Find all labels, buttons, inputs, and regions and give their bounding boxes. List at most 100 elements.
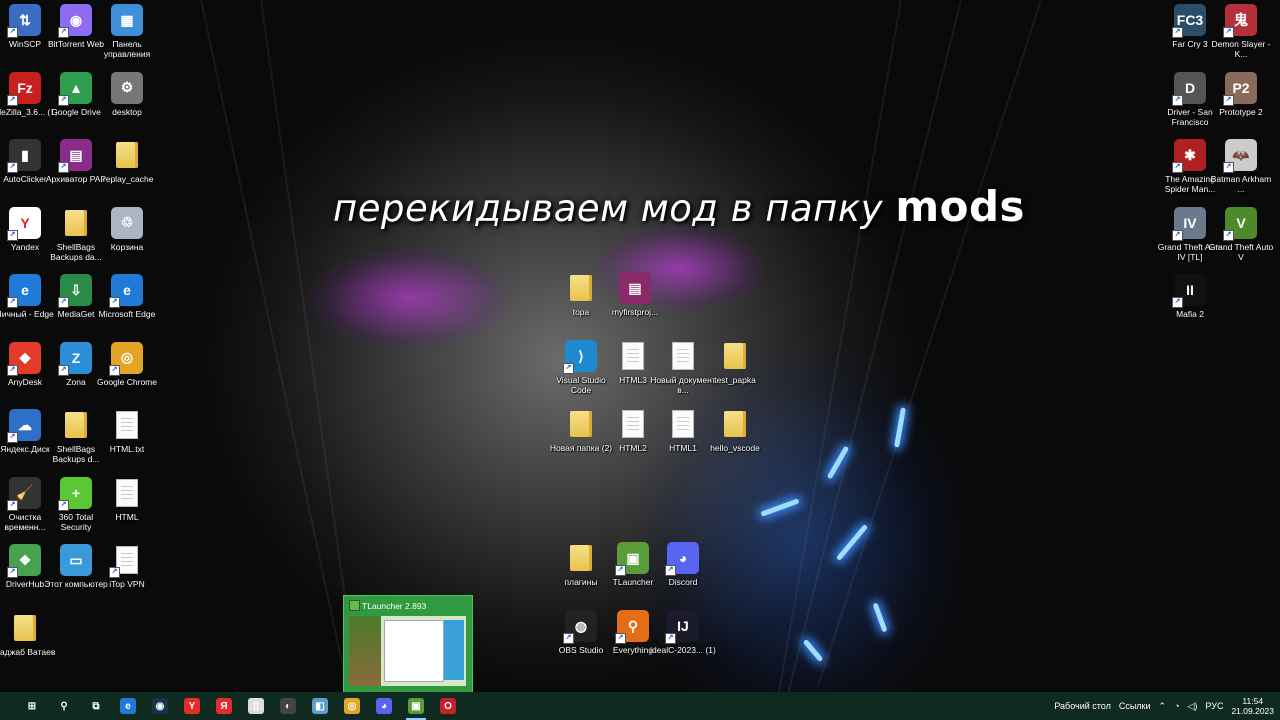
desktop-icon[interactable]: II ↗ Mafia 2 — [1157, 274, 1223, 336]
desktop-icon-label: HTML — [115, 511, 139, 522]
preview-thumbnail[interactable] — [349, 616, 466, 686]
desktop-icon-label: Prototype 2 — [1219, 106, 1263, 117]
mafia-2-icon: II ↗ — [1172, 274, 1206, 308]
desktop-icon[interactable]: P2 ↗ Prototype 2 — [1208, 71, 1274, 134]
chrome-icon: ◎ — [344, 698, 360, 714]
thumbnail-right — [444, 620, 464, 680]
video-caption: перекидываем мод в папку mods — [333, 182, 1025, 231]
shortcut-arrow-icon: ↗ — [7, 499, 18, 511]
shortcut-arrow-icon: ↗ — [1172, 27, 1183, 38]
desktop-icon[interactable]: HTML — [94, 477, 160, 539]
shortcut-arrow-icon: ↗ — [1223, 94, 1234, 106]
desktop-icon[interactable]: ◕ ↗ Discord — [650, 542, 716, 604]
tlauncher-icon: ▣ ↗ — [615, 542, 649, 576]
taskbar-yandex-button[interactable]: Y — [176, 692, 208, 720]
volume-icon[interactable]: ◁) — [1188, 701, 1198, 712]
folder-icon — [60, 409, 92, 441]
grand-theft-auto-v-icon: V ↗ — [1223, 206, 1257, 241]
clock[interactable]: 11:54 21.09.2023 — [1231, 696, 1274, 716]
taskbar-yandex-alt-button[interactable]: Я — [208, 692, 240, 720]
wallpaper-glow — [894, 407, 906, 448]
desktop-icon[interactable]: ▦ Панель управления — [94, 4, 160, 66]
shortcut-arrow-icon: ↗ — [1223, 27, 1234, 38]
grand-theft-auto-iv-tl-icon: IV ↗ — [1172, 206, 1206, 241]
links-toolbar[interactable]: Ссылки — [1119, 701, 1151, 711]
desktop-icon-label: hello_vscode — [710, 443, 760, 453]
anydesk-icon: ◆ ↗ — [7, 341, 41, 376]
document-icon — [667, 408, 699, 440]
desktop[interactable]: перекидываем мод в папку mods ⇅ ↗ WinSCP ◉ ↗… — [0, 0, 1280, 692]
chevron-up-icon[interactable]: ⌃ — [1159, 701, 1167, 712]
tlauncher-preview-window[interactable]: TLauncher 2.893 — [343, 595, 473, 692]
desktop-icon[interactable]: IJ ↗ idealC-2023... (1) — [650, 610, 716, 672]
desktop-icon[interactable]: test_papka — [702, 340, 768, 402]
shortcut-arrow-icon: ↗ — [109, 567, 120, 578]
desktop-icon-label: Mafia 2 — [1176, 309, 1204, 319]
network-icon[interactable]: ◔ — [1174, 701, 1179, 711]
этот-компьютер-icon: ▭ — [60, 544, 92, 576]
панель-управления-icon: ▦ — [111, 4, 143, 36]
taskbar-edge-button[interactable]: e — [112, 692, 144, 720]
desktop-icon[interactable]: hello_vscode — [702, 408, 768, 470]
desktop-icon[interactable]: e ↗ Microsoft Edge — [94, 274, 160, 336]
desktop-icon[interactable]: ⚙ desktop — [94, 71, 160, 134]
desktop-icon-label: Раджаб Ватаев — [0, 646, 56, 657]
desktop-icon[interactable]: 🦇 ↗ Batman Arkham ... — [1208, 139, 1274, 201]
desktop-icon[interactable]: Раджаб Ватаев — [0, 612, 58, 674]
taskbar-notepad-button[interactable]: ▯ — [240, 692, 272, 720]
app-icon: ◧ — [312, 698, 328, 714]
system-tray: Рабочий стол Ссылки ⌃ ◔ ◁) РУС 11:54 21.… — [1054, 692, 1280, 720]
shortcut-arrow-icon: ↗ — [665, 565, 676, 576]
shortcut-arrow-icon: ↗ — [563, 363, 574, 374]
desktop-icon[interactable]: .replay_cache — [94, 139, 160, 201]
discord-icon: ◕ — [376, 698, 392, 714]
winscp-icon: ⇅ ↗ — [7, 4, 41, 38]
taskbar-tlauncher-button[interactable]: ▣ — [400, 692, 432, 720]
prototype-2-icon: P2 ↗ — [1223, 71, 1257, 106]
document-icon — [111, 409, 143, 441]
desktop-icon[interactable]: ▤ myfirstproj... — [602, 272, 668, 334]
shortcut-arrow-icon: ↗ — [1172, 162, 1183, 173]
document-icon — [667, 340, 699, 372]
desktop-icon-label: Панель управления — [103, 39, 151, 59]
visual-studio-code-icon: ⟩ ↗ — [563, 340, 597, 374]
autoclicker-icon: ▮ ↗ — [7, 139, 41, 173]
shortcut-arrow-icon: ↗ — [7, 297, 18, 308]
desktop-icon[interactable]: 鬼 ↗ Demon Slayer - K... — [1208, 4, 1274, 66]
desktop-toolbar[interactable]: Рабочий стол — [1054, 701, 1111, 711]
taskbar-start-button[interactable]: ⊞ — [16, 692, 48, 720]
discord-icon: ◕ ↗ — [665, 542, 699, 576]
desktop-icon-label: iTop VPN — [109, 579, 145, 589]
folder-icon — [565, 408, 597, 440]
taskbar-task-view-button[interactable]: ⧉ — [80, 692, 112, 720]
desktop-icon[interactable]: V ↗ Grand Theft Auto V — [1208, 206, 1274, 269]
folder-icon — [719, 408, 751, 440]
taskbar-app-button[interactable]: ◧ — [304, 692, 336, 720]
taskbar-opera-button[interactable]: O — [432, 692, 464, 720]
desktop-icon[interactable]: ♲ Корзина — [94, 206, 160, 269]
obs-studio-icon: ◍ ↗ — [563, 610, 597, 644]
shortcut-arrow-icon: ↗ — [1223, 229, 1234, 241]
wallpaper-streak — [774, 0, 902, 692]
taskbar-recorder-button[interactable]: ◐ — [272, 692, 304, 720]
taskbar-search-button[interactable]: ⚲ — [48, 692, 80, 720]
taskbar-steam-button[interactable]: ◉ — [144, 692, 176, 720]
language-indicator[interactable]: РУС — [1205, 701, 1223, 711]
shortcut-arrow-icon: ↗ — [58, 162, 69, 173]
taskbar-chrome-button[interactable]: ◎ — [336, 692, 368, 720]
wallpaper-glow — [760, 498, 800, 517]
shortcut-arrow-icon: ↗ — [7, 229, 18, 241]
desktop-icon[interactable]: ◎ ↗ Google Chrome — [94, 341, 160, 404]
shortcut-arrow-icon: ↗ — [615, 565, 626, 576]
caption-mods: mods — [895, 182, 1026, 231]
bittorrent-web-icon: ◉ ↗ — [58, 4, 92, 38]
wallpaper-streak — [785, 0, 962, 692]
desktop-icon-label: Demon Slayer - K... — [1211, 39, 1271, 59]
shortcut-arrow-icon: ↗ — [7, 364, 18, 376]
shortcut-arrow-icon: ↗ — [1172, 297, 1183, 308]
desktop-icon[interactable]: HTML.txt — [94, 409, 160, 471]
taskbar-items: ⊞ ⚲ ⧉ e ◉ Y Я ▯ ◐ ◧ ◎ ◕ ▣ O — [16, 692, 464, 720]
taskbar-discord-button[interactable]: ◕ — [368, 692, 400, 720]
edge-icon: e — [120, 698, 136, 714]
desktop-icon[interactable]: ↗ iTop VPN — [94, 544, 160, 606]
